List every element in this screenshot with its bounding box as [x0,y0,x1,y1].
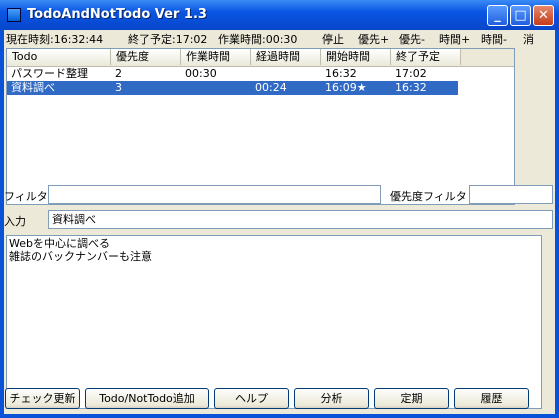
filter-input[interactable] [48,185,381,204]
list-row[interactable]: パスワード整理 2 00:30 16:32 17:02 [7,67,458,81]
work-time: 作業時間:00:30 [218,33,298,46]
cell-work: 00:30 [185,67,217,80]
memo-line: Webを中心に調べる [9,237,110,250]
cell-todo: パスワード整理 [11,67,88,80]
task-input[interactable]: 資料調べ [48,210,553,229]
cell-start: 16:09★ [325,81,367,94]
end-estimate: 終了予定:17:02 [128,33,208,46]
todo-list[interactable]: Todo 優先度 作業時間 経過時間 開始時間 終了予定 パスワード整理 2 0… [6,48,515,205]
add-todo-button[interactable]: Todo/NotTodo追加 [85,388,209,409]
current-time: 現在時刻:16:32:44 [6,33,104,46]
app-icon [7,8,21,22]
close-icon: ✕ [538,8,549,23]
maximize-button[interactable]: □ [510,5,531,26]
minimize-button[interactable]: _ [487,5,508,26]
memo-line: 雑誌のバックナンバーも注意 [9,250,152,263]
close-button[interactable]: ✕ [533,5,554,26]
cell-start: 16:32 [325,67,357,80]
app-window: TodoAndNotTodo Ver 1.3 _ □ ✕ 現在時刻:16:32:… [0,0,559,418]
erase-action[interactable]: 消 [523,31,534,47]
check-update-button[interactable]: チェック更新 [5,388,80,409]
column-todo[interactable]: Todo [7,49,111,65]
cell-end: 16:32 [395,81,427,94]
cell-elapsed [251,67,255,81]
maximize-icon: □ [514,8,527,23]
cell-priority: 3 [115,81,122,94]
cell-end: 17:02 [395,67,427,80]
cell-priority: 2 [115,67,122,80]
cell-todo: 資料調べ [11,81,55,94]
memo-area[interactable]: Webを中心に調べる 雑誌のバックナンバーも注意 [6,235,542,409]
cell-work [181,81,185,95]
list-row-selected[interactable]: 資料調べ 3 00:24 16:09★ 16:32 [7,81,458,95]
analyze-button[interactable]: 分析 [294,388,369,409]
periodic-button[interactable]: 定期 [374,388,449,409]
title-bar[interactable]: TodoAndNotTodo Ver 1.3 _ □ ✕ [0,0,559,30]
help-button[interactable]: ヘルプ [214,388,289,409]
client-area: 現在時刻:16:32:44 終了予定:17:02 作業時間:00:30 停止 優… [4,30,555,414]
time-down-action[interactable]: 時間- [481,31,507,47]
column-work-time[interactable]: 作業時間 [181,49,251,65]
cell-elapsed: 00:24 [255,81,287,94]
status-bar: 現在時刻:16:32:44 終了予定:17:02 作業時間:00:30 停止 優… [4,30,555,47]
input-label: 入力 [4,215,26,228]
column-priority[interactable]: 優先度 [111,49,181,65]
priority-filter-input[interactable] [469,185,553,204]
stop-action[interactable]: 停止 [322,31,344,47]
window-title: TodoAndNotTodo Ver 1.3 [27,7,207,22]
priority-filter-label: 優先度フィルタ [390,190,467,203]
column-start[interactable]: 開始時間 [321,49,391,65]
filter-label: フィルタ [4,190,48,203]
column-end[interactable]: 終了予定 [391,49,461,65]
priority-up-action[interactable]: 優先+ [358,31,389,47]
time-up-action[interactable]: 時間+ [439,31,470,47]
column-elapsed[interactable]: 経過時間 [251,49,321,65]
minimize-icon: _ [494,8,501,23]
history-button[interactable]: 履歴 [454,388,529,409]
list-header: Todo 優先度 作業時間 経過時間 開始時間 終了予定 [7,49,514,67]
priority-down-action[interactable]: 優先- [399,31,425,47]
